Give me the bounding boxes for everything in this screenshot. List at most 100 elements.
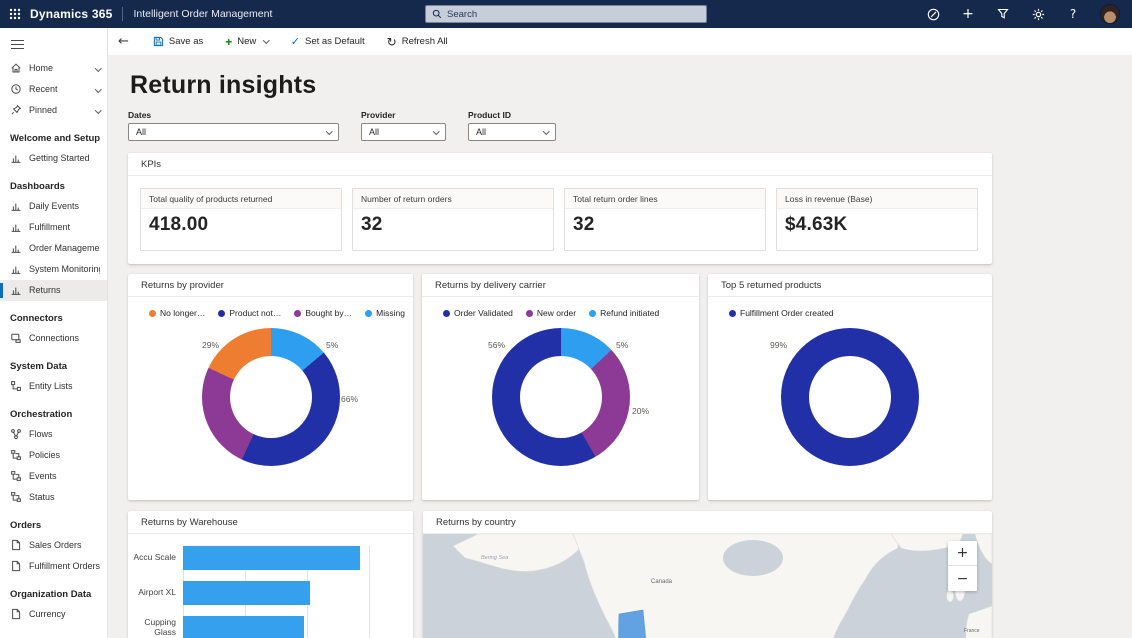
legend-label: Missing bbox=[376, 308, 405, 318]
sidebar-item-events[interactable]: Events bbox=[0, 466, 107, 487]
slice-percent-label: 99% bbox=[770, 340, 787, 350]
brand-title[interactable]: Dynamics 365 bbox=[30, 7, 112, 21]
bar[interactable] bbox=[183, 581, 310, 605]
bar-row-cupping-glass: Cupping Glass bbox=[128, 616, 413, 638]
refresh-all-button[interactable]: ↻ Refresh All bbox=[387, 35, 448, 49]
filter-product-id: Product ID All bbox=[468, 110, 556, 141]
kpi-card-number-of-return-orders[interactable]: Number of return orders32 bbox=[352, 188, 554, 251]
world-map[interactable]: Bering Sea Canada United States North Pa… bbox=[423, 534, 992, 638]
search-input[interactable] bbox=[447, 9, 700, 20]
sidebar-item-label: System Monitoring bbox=[29, 264, 100, 274]
sidebar-item-returns[interactable]: Returns bbox=[0, 280, 107, 301]
bar-chart[interactable]: Accu ScaleAirport XLCupping Glass bbox=[128, 546, 413, 638]
legend-dot bbox=[365, 310, 372, 317]
sidebar-item-recent[interactable]: Recent bbox=[0, 79, 107, 100]
legend-dot bbox=[526, 310, 533, 317]
new-button[interactable]: + New bbox=[225, 35, 269, 49]
sidebar-item-fulfillment-orders[interactable]: Fulfillment Orders bbox=[0, 556, 107, 577]
sidebar-item-sales-orders[interactable]: Sales Orders bbox=[0, 535, 107, 556]
legend-item-no-longer[interactable]: No longer… bbox=[149, 308, 205, 318]
sidebar-item-connections[interactable]: Connections bbox=[0, 328, 107, 349]
legend-item-new-order[interactable]: New order bbox=[526, 308, 576, 318]
app-name[interactable]: Intelligent Order Management bbox=[133, 8, 272, 20]
check-icon: ✓ bbox=[291, 35, 300, 48]
global-search[interactable] bbox=[425, 5, 707, 23]
set-as-default-button[interactable]: ✓ Set as Default bbox=[291, 35, 365, 48]
policy-icon bbox=[10, 449, 22, 461]
hamburger-menu-icon[interactable] bbox=[0, 28, 107, 58]
user-avatar[interactable] bbox=[1100, 4, 1120, 24]
chart-card-returns-by-provider: Returns by provider No longer… Product no… bbox=[128, 274, 413, 500]
sidebar-section-orders: Orders bbox=[0, 508, 107, 535]
sidebar-item-label: Recent bbox=[29, 84, 58, 94]
sidebar-item-label: Getting Started bbox=[29, 153, 90, 163]
slice-percent-label: 56% bbox=[488, 340, 505, 350]
legend-item-bought-by[interactable]: Bought by… bbox=[294, 308, 352, 318]
map-zoom-controls: + − bbox=[948, 541, 977, 591]
bar-category-label: Cupping Glass bbox=[128, 618, 183, 638]
bar[interactable] bbox=[183, 616, 304, 638]
legend-label: Order Validated bbox=[454, 308, 513, 318]
legend-item-order-validated[interactable]: Order Validated bbox=[443, 308, 513, 318]
sidebar-item-getting-started[interactable]: Getting Started bbox=[0, 148, 107, 169]
sidebar-item-entity-lists[interactable]: Entity Lists bbox=[0, 376, 107, 397]
add-icon[interactable]: + bbox=[960, 6, 976, 22]
sidebar-item-label: Flows bbox=[29, 429, 53, 439]
sidebar-item-daily-events[interactable]: Daily Events bbox=[0, 196, 107, 217]
compose-icon[interactable] bbox=[925, 6, 941, 22]
sidebar-item-label: Fulfillment bbox=[29, 222, 70, 232]
legend-dot bbox=[149, 310, 156, 317]
chart-icon bbox=[10, 200, 22, 212]
waffle-icon[interactable] bbox=[0, 0, 30, 28]
command-bar: ← Save as + New ✓ Set as Default ↻ Refre… bbox=[108, 28, 1132, 55]
policy-icon bbox=[10, 470, 22, 482]
product-id-dropdown[interactable]: All bbox=[468, 123, 556, 141]
sidebar-item-label: Returns bbox=[29, 285, 61, 295]
sidebar-item-system-monitoring[interactable]: System Monitoring bbox=[0, 259, 107, 280]
zoom-out-button[interactable]: − bbox=[948, 566, 977, 591]
kpi-card-total-quality-of-products-returned[interactable]: Total quality of products returned418.00 bbox=[140, 188, 342, 251]
legend-item-product-not[interactable]: Product not… bbox=[218, 308, 281, 318]
dates-dropdown[interactable]: All bbox=[128, 123, 339, 141]
doc-icon bbox=[10, 539, 22, 551]
chart-title: Returns by delivery carrier bbox=[422, 274, 699, 297]
sidebar: HomeRecentPinnedWelcome and SetupGetting… bbox=[0, 28, 108, 638]
kpi-card-loss-in-revenue-base[interactable]: Loss in revenue (Base)$4.63K bbox=[776, 188, 978, 251]
sidebar-item-label: Status bbox=[29, 492, 55, 502]
dashboard-content: Return insights Dates All Provider All bbox=[108, 55, 1132, 638]
settings-icon[interactable] bbox=[1030, 6, 1046, 22]
zoom-in-button[interactable]: + bbox=[948, 541, 977, 566]
sidebar-item-fulfillment[interactable]: Fulfillment bbox=[0, 217, 107, 238]
sidebar-item-home[interactable]: Home bbox=[0, 58, 107, 79]
kpi-value: 32 bbox=[565, 209, 765, 241]
filter-provider: Provider All bbox=[361, 110, 446, 141]
chart-title: Returns by provider bbox=[128, 274, 413, 297]
chart-title: Top 5 returned products bbox=[708, 274, 992, 297]
sidebar-item-label: Order Management bbox=[29, 243, 100, 253]
kpi-card-total-return-order-lines[interactable]: Total return order lines32 bbox=[564, 188, 766, 251]
legend-item-refund-initiated[interactable]: Refund initiated bbox=[589, 308, 659, 318]
legend-item-fulfillment-order-created[interactable]: Fulfillment Order created bbox=[729, 308, 834, 318]
legend-label: No longer… bbox=[160, 308, 205, 318]
legend-item-missing[interactable]: Missing bbox=[365, 308, 405, 318]
filter-icon[interactable] bbox=[995, 6, 1011, 22]
help-icon[interactable]: ? bbox=[1065, 6, 1081, 22]
donut-chart[interactable]: 29%5%66% bbox=[128, 318, 413, 486]
back-button[interactable]: ← bbox=[118, 34, 129, 49]
sidebar-item-policies[interactable]: Policies bbox=[0, 445, 107, 466]
provider-dropdown[interactable]: All bbox=[361, 123, 446, 141]
save-as-button[interactable]: Save as bbox=[153, 36, 203, 47]
chart-icon bbox=[10, 263, 22, 275]
donut-chart[interactable]: 56%5%20% bbox=[422, 318, 699, 486]
sidebar-item-status[interactable]: Status bbox=[0, 487, 107, 508]
donut-chart[interactable]: 99% bbox=[708, 318, 992, 486]
sidebar-section-organization-data: Organization Data bbox=[0, 577, 107, 604]
bar[interactable] bbox=[183, 546, 360, 570]
sidebar-item-flows[interactable]: Flows bbox=[0, 424, 107, 445]
chart-title: Returns by country bbox=[423, 511, 992, 534]
sidebar-item-currency[interactable]: Currency bbox=[0, 604, 107, 625]
legend-label: New order bbox=[537, 308, 576, 318]
sidebar-item-order-management[interactable]: Order Management bbox=[0, 238, 107, 259]
sidebar-item-pinned[interactable]: Pinned bbox=[0, 100, 107, 121]
home-icon bbox=[10, 62, 22, 74]
